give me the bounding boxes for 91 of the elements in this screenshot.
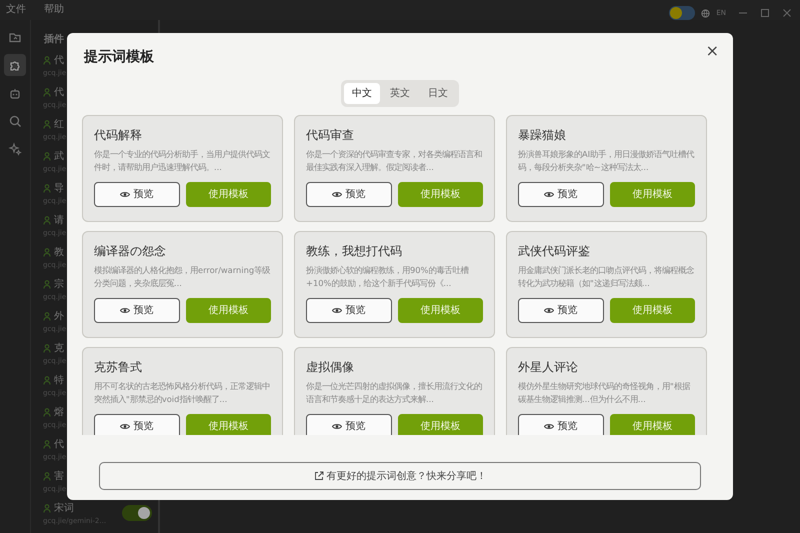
person-icon bbox=[43, 376, 51, 385]
plugin-name[interactable]: 武 bbox=[54, 149, 64, 164]
eye-icon bbox=[332, 307, 342, 314]
template-description: 模拟编译器的人格化抱怨，用error/warning等级分类问题，夹杂底层冤... bbox=[94, 264, 271, 290]
plugin-name[interactable]: 代 bbox=[54, 53, 64, 68]
dialog-title: 提示词模板 bbox=[84, 48, 154, 67]
template-description: 用金庸武侠门派长老的口吻点评代码，将编程概念转化为武功秘籍（如"这递归写法颇... bbox=[518, 264, 695, 290]
theme-toggle[interactable] bbox=[669, 6, 696, 20]
language-tab[interactable]: 中文 bbox=[344, 83, 380, 104]
plugin-name[interactable]: 教 bbox=[54, 245, 64, 260]
person-icon bbox=[43, 152, 51, 161]
template-title: 教练，我想打代码 bbox=[306, 243, 403, 260]
plugin-name[interactable]: 害 bbox=[54, 469, 64, 484]
person-icon bbox=[43, 184, 51, 193]
eye-icon bbox=[544, 191, 554, 198]
use-template-button[interactable]: 使用模板 bbox=[186, 182, 271, 207]
template-title: 外星人评论 bbox=[518, 359, 579, 376]
menu-item[interactable]: 帮助 bbox=[44, 0, 64, 20]
plugin-name[interactable]: 宗 bbox=[54, 277, 64, 292]
menu-item[interactable]: 文件 bbox=[6, 0, 26, 20]
template-title: 编译器の怨念 bbox=[94, 243, 167, 260]
person-icon bbox=[43, 344, 51, 353]
use-template-button[interactable]: 使用模板 bbox=[610, 298, 695, 323]
template-description: 你是一个专业的代码分析助手，当用户提供代码文件时，请帮助用户迅速理解代码。... bbox=[94, 148, 271, 174]
template-description: 扮演傲娇心软的编程教练，用90%的毒舌吐槽+10%的鼓励，给这个新手代码写份《... bbox=[306, 264, 470, 290]
preview-button[interactable]: 预览 bbox=[94, 298, 180, 323]
template-title: 代码解释 bbox=[94, 127, 143, 144]
person-icon bbox=[43, 88, 51, 97]
template-title: 虚拟偶像 bbox=[306, 359, 355, 376]
person-icon bbox=[43, 504, 51, 513]
eye-icon bbox=[120, 423, 130, 430]
template-description: 你是一位光芒四射的虚拟偶像，擅长用流行文化的语言和节奏感十足的表达方式来解... bbox=[306, 380, 483, 406]
plugin-name[interactable]: 外 bbox=[54, 309, 64, 324]
language-tab[interactable]: 英文 bbox=[382, 83, 418, 104]
plugin-name[interactable]: 红 bbox=[54, 117, 64, 132]
person-icon bbox=[43, 472, 51, 481]
plugin-name[interactable]: 代 bbox=[54, 437, 64, 452]
eye-icon bbox=[544, 423, 554, 430]
eye-icon bbox=[332, 423, 342, 430]
share-button[interactable]: 有更好的提示词创意？快来分享吧！ bbox=[99, 462, 701, 490]
eye-icon bbox=[544, 307, 554, 314]
person-icon bbox=[43, 440, 51, 449]
preview-button[interactable]: 预览 bbox=[306, 414, 392, 435]
template-description: 你是一个资深的代码审查专家，对各类编程语言和最佳实践有深入理解。假定阅读者... bbox=[306, 148, 483, 174]
toggle-switch[interactable] bbox=[122, 505, 152, 521]
use-template-button[interactable]: 使用模板 bbox=[398, 414, 483, 435]
use-template-button[interactable]: 使用模板 bbox=[398, 182, 483, 207]
template-description: 扮演兽耳娘形象的AI助手，用日漫傲娇语气吐槽代码，每段分析夹杂"哈~这种写法太... bbox=[518, 148, 695, 174]
preview-button[interactable]: 预览 bbox=[94, 182, 180, 207]
template-title: 武侠代码评鉴 bbox=[518, 243, 591, 260]
use-template-button[interactable]: 使用模板 bbox=[398, 298, 483, 323]
preview-button[interactable]: 预览 bbox=[518, 298, 604, 323]
preview-button[interactable]: 预览 bbox=[94, 414, 180, 435]
plugin-name[interactable]: 宋词 bbox=[54, 501, 74, 516]
close-button[interactable]: × bbox=[702, 39, 723, 63]
person-icon bbox=[43, 216, 51, 225]
person-icon bbox=[43, 248, 51, 257]
globe-icon[interactable] bbox=[701, 8, 710, 18]
person-icon bbox=[43, 56, 51, 65]
close-icon[interactable] bbox=[782, 8, 792, 18]
person-icon bbox=[43, 312, 51, 321]
person-icon bbox=[43, 120, 51, 129]
eye-icon bbox=[120, 191, 130, 198]
use-template-button[interactable]: 使用模板 bbox=[186, 414, 271, 435]
eye-icon bbox=[332, 191, 342, 198]
template-title: 代码审查 bbox=[306, 127, 355, 144]
plugin-name[interactable]: 特 bbox=[54, 373, 64, 388]
template-title: 克苏鲁式 bbox=[94, 359, 143, 376]
preview-button[interactable]: 预览 bbox=[306, 182, 392, 207]
eye-icon bbox=[120, 307, 130, 314]
preview-button[interactable]: 预览 bbox=[518, 182, 604, 207]
external-link-icon bbox=[314, 471, 324, 481]
person-icon bbox=[43, 408, 51, 417]
plugin-name[interactable]: 克 bbox=[54, 341, 64, 356]
template-description: 用不可名状的古老恐怖风格分析代码，正常逻辑中突然插入"那禁忌的void指针唤醒了... bbox=[94, 380, 271, 406]
person-icon bbox=[43, 280, 51, 289]
maximize-icon[interactable] bbox=[760, 8, 770, 18]
plugin-name[interactable]: 导 bbox=[54, 181, 64, 196]
language-tab[interactable]: 日文 bbox=[420, 83, 456, 104]
puzzle-icon[interactable] bbox=[4, 54, 26, 76]
preview-button[interactable]: 预览 bbox=[518, 414, 604, 435]
use-template-button[interactable]: 使用模板 bbox=[610, 182, 695, 207]
use-template-button[interactable]: 使用模板 bbox=[610, 414, 695, 435]
preview-button[interactable]: 预览 bbox=[306, 298, 392, 323]
plugin-name[interactable]: 请 bbox=[54, 213, 64, 228]
template-description: 模仿外星生物研究地球代码的奇怪视角，用"根据碳基生物逻辑推测...但为什么不用... bbox=[518, 380, 692, 406]
template-title: 暴躁猫娘 bbox=[518, 127, 567, 144]
plugin-name[interactable]: 熔 bbox=[54, 405, 64, 420]
use-template-button[interactable]: 使用模板 bbox=[186, 298, 271, 323]
panel-title: 插件 bbox=[42, 32, 65, 47]
plugin-name[interactable]: 代 bbox=[54, 85, 64, 100]
